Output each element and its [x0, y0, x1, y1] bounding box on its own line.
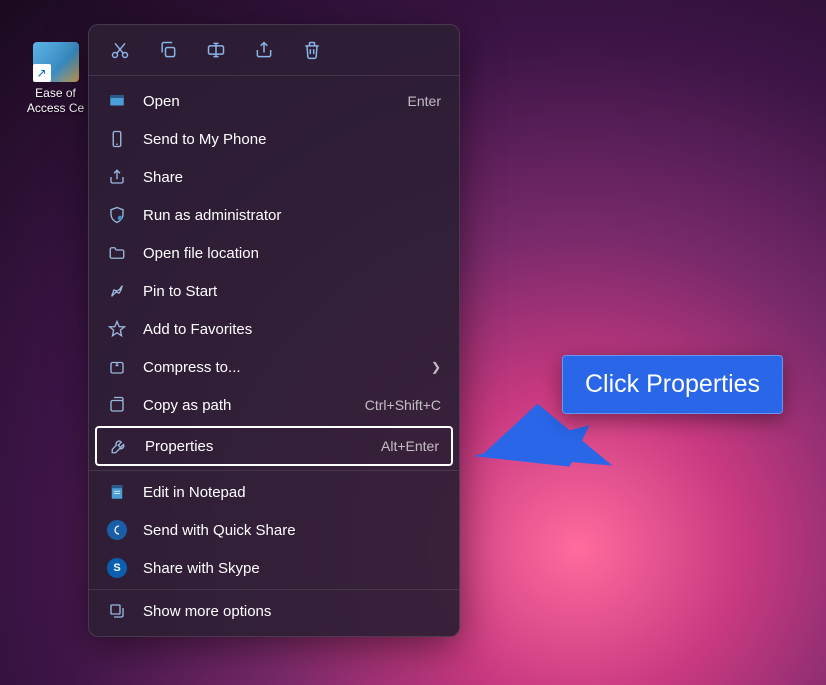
menu-item-label: Open file location [143, 245, 441, 262]
context-menu: Open Enter Send to My Phone Share Run as… [88, 24, 460, 637]
menu-item-copy-path[interactable]: Copy as path Ctrl+Shift+C [89, 386, 459, 424]
more-options-icon [107, 601, 127, 621]
copy-path-icon [107, 395, 127, 415]
menu-item-more-options[interactable]: Show more options [89, 592, 459, 630]
menu-item-label: Show more options [143, 603, 441, 620]
folder-icon [107, 243, 127, 263]
menu-item-label: Open [143, 93, 392, 110]
menu-item-open-location[interactable]: Open file location [89, 234, 459, 272]
menu-item-shortcut: Enter [408, 93, 441, 109]
menu-item-label: Compress to... [143, 359, 415, 376]
menu-item-run-as-admin[interactable]: Run as administrator [89, 196, 459, 234]
menu-item-label: Share with Skype [143, 560, 441, 577]
menu-item-compress[interactable]: Compress to... ❯ [89, 348, 459, 386]
menu-item-share[interactable]: Share [89, 158, 459, 196]
menu-section-more: Show more options [89, 590, 459, 632]
menu-item-properties[interactable]: Properties Alt+Enter [95, 426, 453, 466]
menu-item-pin-start[interactable]: Pin to Start [89, 272, 459, 310]
skype-icon: S [107, 558, 127, 578]
menu-item-shortcut: Ctrl+Shift+C [365, 397, 441, 413]
menu-list: Open Enter Send to My Phone Share Run as… [89, 76, 459, 636]
menu-item-skype[interactable]: S Share with Skype [89, 549, 459, 587]
menu-item-label: Properties [145, 438, 365, 455]
menu-item-label: Edit in Notepad [143, 484, 441, 501]
callout-text: Click Properties [585, 370, 760, 398]
menu-item-edit-notepad[interactable]: Edit in Notepad [89, 473, 459, 511]
menu-section-main: Open Enter Send to My Phone Share Run as… [89, 80, 459, 471]
menu-item-label: Copy as path [143, 397, 349, 414]
menu-item-label: Send with Quick Share [143, 522, 441, 539]
copy-icon[interactable] [157, 39, 179, 61]
desktop-icon-label: Ease of Access Ce [23, 86, 88, 116]
menu-item-send-to-phone[interactable]: Send to My Phone [89, 120, 459, 158]
menu-item-quick-share[interactable]: Send with Quick Share [89, 511, 459, 549]
shield-icon [107, 205, 127, 225]
menu-item-label: Pin to Start [143, 283, 441, 300]
star-icon [107, 319, 127, 339]
notepad-icon [107, 482, 127, 502]
share-icon[interactable] [253, 39, 275, 61]
delete-icon[interactable] [301, 39, 323, 61]
chevron-right-icon: ❯ [431, 360, 441, 374]
ease-of-access-icon: ↗ [33, 42, 79, 82]
shortcut-arrow-icon: ↗ [33, 64, 51, 82]
menu-item-open[interactable]: Open Enter [89, 82, 459, 120]
wrench-icon [109, 436, 129, 456]
menu-item-label: Share [143, 169, 441, 186]
desktop-shortcut[interactable]: ↗ Ease of Access Ce [23, 42, 88, 116]
rename-icon[interactable] [205, 39, 227, 61]
instruction-callout: Click Properties [562, 355, 783, 414]
phone-icon [107, 129, 127, 149]
menu-item-shortcut: Alt+Enter [381, 438, 439, 454]
quick-share-icon [107, 520, 127, 540]
pin-icon [107, 281, 127, 301]
menu-item-label: Run as administrator [143, 207, 441, 224]
share-icon [107, 167, 127, 187]
cut-icon[interactable] [109, 39, 131, 61]
archive-icon [107, 357, 127, 377]
open-icon [107, 91, 127, 111]
menu-item-label: Send to My Phone [143, 131, 441, 148]
menu-item-add-favorites[interactable]: Add to Favorites [89, 310, 459, 348]
menu-item-label: Add to Favorites [143, 321, 441, 338]
context-menu-toolbar [89, 25, 459, 76]
menu-section-apps: Edit in Notepad Send with Quick Share S … [89, 471, 459, 590]
